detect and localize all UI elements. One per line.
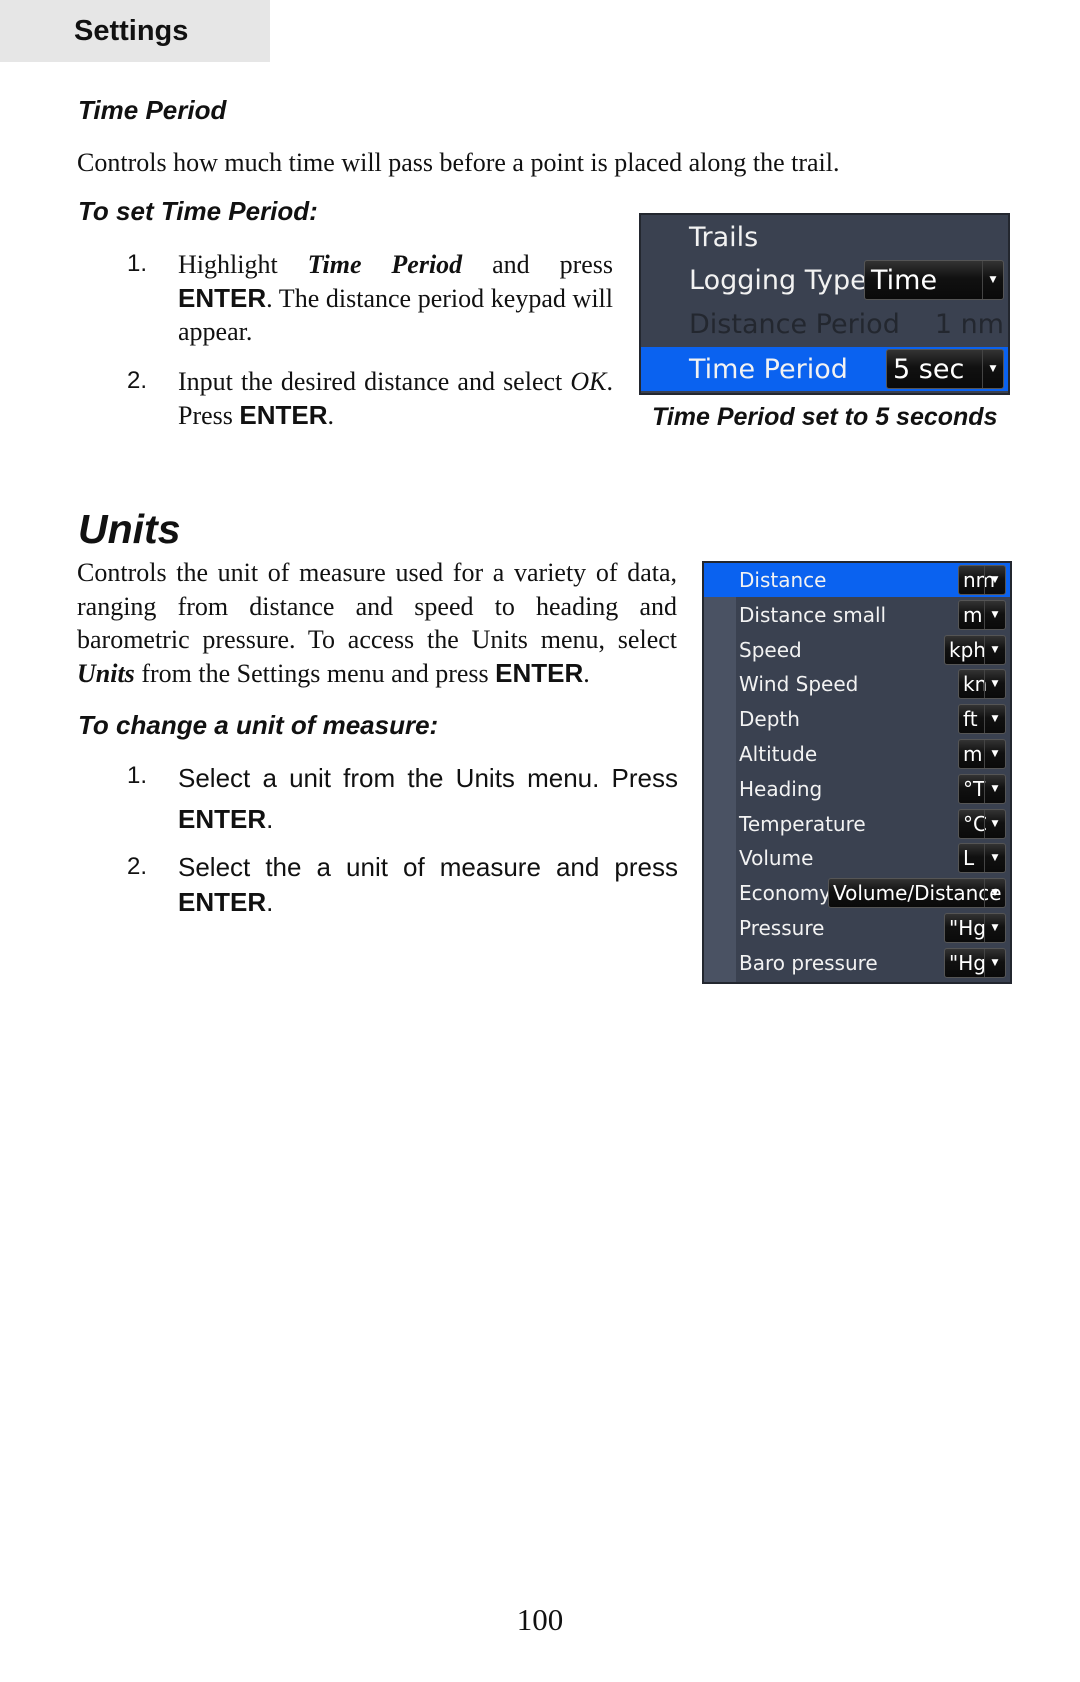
menu-item-label: Temperature	[739, 811, 866, 836]
chevron-down-icon: ▼	[984, 600, 1005, 629]
units-description: Controls the unit of measure used for a …	[77, 558, 677, 688]
unit-dropdown[interactable]: ft ▼	[958, 704, 1006, 735]
time-period-subheading: To set Time Period:	[78, 196, 318, 226]
unit-dropdown[interactable]: "Hg ▼	[944, 913, 1006, 943]
time-period-description: Controls how much time will pass before …	[77, 148, 840, 177]
unit-dropdown[interactable]: L ▼	[958, 843, 1006, 874]
chevron-down-icon: ▼	[984, 879, 1005, 908]
unit-dropdown[interactable]: °C ▼	[958, 808, 1006, 839]
unit-dropdown[interactable]: Volume/Distance ▼	[828, 878, 1006, 909]
page-number: 100	[516, 1602, 564, 1637]
menu-item-label: Baro pressure	[739, 950, 878, 975]
unit-dropdown[interactable]: kn ▼	[958, 669, 1006, 700]
menu-item-label: Distance	[739, 568, 827, 592]
units-menu-item[interactable]: Economy Volume/Distance ▼	[704, 876, 1010, 910]
unit-dropdown[interactable]: °T ▼	[958, 773, 1006, 804]
time-step-2: Input the desired distance and select OK…	[178, 367, 613, 430]
chevron-down-icon: ▼	[982, 350, 1003, 388]
units-menu-item[interactable]: Wind Speed kn ▼	[704, 667, 1010, 701]
screen-caption: Time Period set to 5 seconds	[652, 403, 998, 431]
chevron-down-icon: ▼	[984, 914, 1005, 942]
menu-item-label: Pressure	[739, 916, 825, 940]
distance-period-row: Distance Period 1 nm	[689, 308, 1004, 340]
units-menu-item[interactable]: Pressure "Hg ▼	[704, 911, 1010, 945]
section-tab: Settings	[0, 0, 270, 62]
menu-item-label: Economy	[739, 881, 832, 906]
chevron-down-icon: ▼	[982, 261, 1003, 299]
menu-item-label: Depth	[739, 707, 800, 732]
menu-item-label: Wind Speed	[739, 672, 859, 697]
unit-dropdown[interactable]: nm ▼	[958, 565, 1006, 595]
menu-item-label: Speed	[739, 637, 802, 662]
chevron-down-icon: ▼	[984, 948, 1005, 977]
time-period-heading: Time Period	[78, 95, 227, 125]
unit-dropdown[interactable]: m ▼	[958, 599, 1006, 630]
chevron-down-icon: ▼	[984, 844, 1005, 873]
units-heading: Units	[78, 506, 181, 552]
trails-title: Trails	[689, 221, 759, 253]
units-step-1: Select a unit from the Units menu. Press…	[178, 763, 678, 834]
chevron-down-icon: ▼	[984, 635, 1005, 664]
chevron-down-icon: ▼	[984, 670, 1005, 699]
step-number: 2.	[127, 853, 148, 880]
step-number: 1.	[127, 250, 148, 277]
unit-dropdown[interactable]: m ▼	[958, 739, 1006, 769]
units-menu-item[interactable]: Speed kph ▼	[704, 633, 1010, 667]
menu-item-label: Altitude	[739, 742, 818, 766]
row-label: Time Period	[689, 353, 848, 385]
chevron-down-icon: ▼	[984, 740, 1005, 768]
chevron-down-icon: ▼	[984, 566, 1005, 594]
time-period-dropdown[interactable]: 5 sec ▼	[886, 349, 1004, 389]
unit-dropdown[interactable]: kph ▼	[944, 634, 1006, 665]
chevron-down-icon: ▼	[984, 705, 1005, 734]
trails-screen: Trails Logging Type Time ▼ Distance Perio…	[639, 213, 1010, 395]
units-menu-item[interactable]: Heading °T ▼	[704, 772, 1010, 806]
menu-item-label: Distance small	[739, 602, 887, 627]
units-menu: Distance nm ▼ Distance small m ▼ Speed kph ▼ Wind…	[702, 561, 1012, 984]
units-menu-item[interactable]: Distance small m ▼	[704, 598, 1010, 632]
time-step-1: Highlight Time Period and press ENTER. T…	[178, 250, 614, 346]
units-menu-item[interactable]: Altitude m ▼	[704, 737, 1010, 771]
menu-item-label: Heading	[739, 776, 823, 801]
units-menu-item[interactable]: Baro pressure "Hg ▼	[704, 946, 1010, 980]
logging-type-dropdown[interactable]: Time ▼	[864, 260, 1004, 300]
menu-item-label: Volume	[739, 846, 814, 871]
step-number: 1.	[127, 762, 148, 789]
chevron-down-icon: ▼	[984, 774, 1005, 803]
units-menu-item[interactable]: Depth ft ▼	[704, 702, 1010, 736]
units-menu-item[interactable]: Volume L ▼	[704, 841, 1010, 875]
time-period-row[interactable]: Time Period 5 sec ▼	[641, 347, 1008, 391]
row-label: Logging Type	[689, 264, 867, 296]
chevron-down-icon: ▼	[984, 809, 1005, 838]
units-subheading: To change a unit of measure:	[78, 710, 439, 740]
units-menu-item[interactable]: Distance nm ▼	[704, 563, 1010, 597]
units-step-2: Select the a unit of measure and press E…	[178, 852, 678, 917]
units-menu-item[interactable]: Temperature °C ▼	[704, 807, 1010, 841]
logging-type-row[interactable]: Logging Type Time ▼	[641, 259, 1008, 301]
unit-dropdown[interactable]: "Hg ▼	[944, 947, 1006, 978]
step-number: 2.	[127, 367, 148, 394]
